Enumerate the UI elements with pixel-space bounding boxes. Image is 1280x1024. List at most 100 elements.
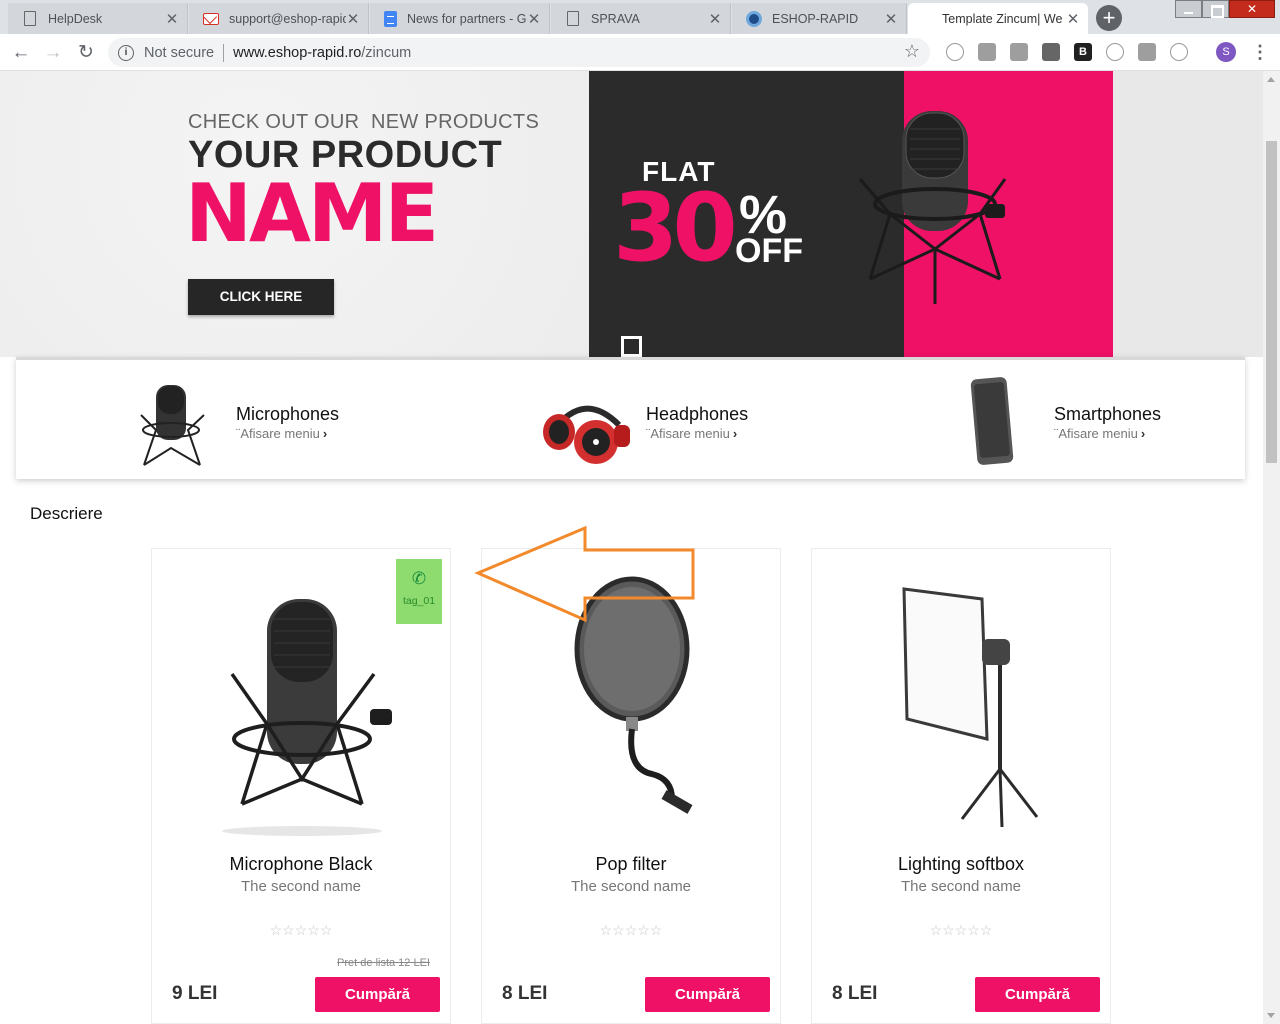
annotation-arrow [474, 525, 695, 623]
extension-icon[interactable] [978, 43, 996, 61]
category-microphones[interactable]: Microphones ¨Afisare meniu › [126, 360, 426, 479]
close-tab-icon[interactable]: ✕ [884, 10, 898, 28]
back-arrow-icon[interactable]: ← [8, 40, 34, 66]
product-price: 8 LEI [502, 983, 548, 1004]
microphone-image [858, 111, 1007, 304]
buy-button[interactable]: Cumpără [645, 977, 770, 1012]
tab-title: SPRAVA [591, 11, 640, 26]
chevron-right-icon: › [732, 426, 738, 441]
category-name[interactable]: Smartphones [1054, 404, 1161, 425]
section-title: Descriere [30, 504, 103, 523]
gmail-icon [203, 12, 219, 25]
menu-kebab-icon[interactable]: ⋮ [1251, 40, 1269, 64]
extension-icon[interactable] [1106, 43, 1124, 61]
category-name[interactable]: Headphones [646, 404, 748, 425]
product-subtitle: The second name [570, 878, 692, 895]
tab-title: Template Zincum| We [942, 11, 1063, 26]
tab-eshop-rapid[interactable]: ESHOP-RAPID ✕ [732, 3, 907, 34]
close-tab-icon[interactable]: ✕ [165, 10, 179, 28]
hero-banner: CHECK OUT OUR NEW PRODUCTS YOUR PRODUCT … [0, 71, 1263, 357]
show-menu-link[interactable]: ¨Afisare meniu › [236, 426, 327, 441]
rating-stars[interactable]: ☆☆☆☆☆ [812, 922, 1110, 939]
product-price: 9 LEI [172, 983, 218, 1004]
show-menu-label: ¨Afisare meniu [1054, 426, 1138, 441]
page-icon [567, 11, 579, 26]
page-scrollbar[interactable] [1263, 71, 1280, 1024]
close-tab-icon[interactable]: ✕ [346, 10, 360, 28]
docs-icon [384, 10, 397, 27]
show-menu-link[interactable]: ¨Afisare meniu › [1054, 426, 1145, 441]
page-icon [24, 11, 36, 26]
phone-tag-badge[interactable]: ✆ tag_01 [396, 559, 442, 624]
forward-arrow-icon[interactable]: → [40, 40, 66, 66]
hero-title-line2: NAME [185, 167, 439, 260]
category-strip: Microphones ¨Afisare meniu › Headphones ¨… [16, 357, 1245, 479]
close-tab-icon[interactable]: ✕ [708, 10, 722, 28]
address-bar[interactable]: i Not secure www.eshop-rapid.ro /zincum … [108, 38, 930, 67]
tab-strip: HelpDesk ✕ support@eshop-rapid ✕ News fo… [0, 0, 1280, 34]
browser-toolbar: ← → ↻ i Not secure www.eshop-rapid.ro /z… [0, 34, 1280, 71]
hero-discount-number: 30 [613, 174, 738, 283]
category-headphones[interactable]: Headphones ¨Afisare meniu › [534, 360, 834, 479]
list-price: Pret de lista 12 LEI [337, 957, 430, 969]
reload-icon[interactable]: ↻ [73, 40, 99, 66]
info-icon[interactable]: i [118, 44, 134, 61]
new-tab-button[interactable]: + [1096, 5, 1122, 31]
extension-icon[interactable] [1042, 43, 1060, 61]
show-menu-label: ¨Afisare meniu [236, 426, 320, 441]
tab-title: HelpDesk [48, 11, 103, 26]
product-card[interactable]: ✆ tag_01 Microphone Black The second nam… [151, 548, 451, 1024]
maximize-button[interactable] [1202, 0, 1229, 18]
smartphone-thumbnail [970, 377, 1014, 465]
click-here-button[interactable]: CLICK HERE [188, 279, 334, 315]
tv-extension-icon[interactable] [1138, 43, 1156, 61]
tag-label: tag_01 [402, 595, 436, 607]
tab-news-partners[interactable]: News for partners - G ✕ [370, 3, 550, 34]
extension-icon[interactable] [946, 43, 964, 61]
scroll-up-icon[interactable] [1267, 77, 1275, 82]
close-tab-icon[interactable]: ✕ [1066, 10, 1080, 28]
security-status: Not secure [144, 44, 215, 61]
bookmark-star-icon[interactable]: ☆ [904, 41, 920, 62]
tab-title: ESHOP-RAPID [772, 11, 859, 26]
product-name[interactable]: Microphone Black [152, 854, 450, 875]
tab-title: support@eshop-rapid [229, 11, 346, 26]
rating-stars[interactable]: ☆☆☆☆☆ [152, 922, 450, 939]
buy-button[interactable]: Cumpără [975, 977, 1100, 1012]
product-image[interactable] [852, 569, 1072, 839]
category-smartphones[interactable]: Smartphones ¨Afisare meniu › [946, 360, 1206, 479]
product-name[interactable]: Lighting softbox [812, 854, 1110, 875]
product-card[interactable]: Lighting softbox The second name ☆☆☆☆☆ 8… [811, 548, 1111, 1024]
tab-template-zincum[interactable]: Template Zincum| We ✕ [908, 3, 1088, 34]
product-name[interactable]: Pop filter [482, 854, 780, 875]
product-subtitle: The second name [240, 878, 362, 895]
minimize-button[interactable] [1175, 0, 1202, 18]
chevron-right-icon: › [322, 426, 328, 441]
tab-support-mail[interactable]: support@eshop-rapid ✕ [189, 3, 369, 34]
hero-text: CHECK OUT OUR NEW PRODUCTS YOUR PRODUCT … [185, 111, 539, 260]
show-menu-label: ¨Afisare meniu [646, 426, 730, 441]
phone-icon: ✆ [411, 569, 427, 588]
rating-stars[interactable]: ☆☆☆☆☆ [482, 922, 780, 939]
product-image[interactable] [192, 569, 412, 839]
scroll-down-icon[interactable] [1267, 1013, 1275, 1018]
microphone-thumbnail [140, 385, 205, 466]
divider [223, 43, 225, 62]
tab-title: News for partners - G [407, 11, 527, 26]
hero-off-label: OFF [735, 232, 803, 270]
b-extension-icon[interactable]: B [1074, 43, 1092, 61]
close-tab-icon[interactable]: ✕ [527, 10, 541, 28]
tab-helpdesk[interactable]: HelpDesk ✕ [8, 3, 188, 34]
slider-indicator[interactable] [621, 336, 642, 357]
headphones-thumbnail [543, 405, 630, 464]
url-host: www.eshop-rapid.ro [233, 44, 362, 61]
show-menu-link[interactable]: ¨Afisare meniu › [646, 426, 737, 441]
tab-sprava[interactable]: SPRAVA ✕ [551, 3, 731, 34]
globe-extension-icon[interactable] [1170, 43, 1188, 61]
profile-avatar[interactable]: S [1216, 42, 1236, 62]
buy-button[interactable]: Cumpără [315, 977, 440, 1012]
code-extension-icon[interactable] [1010, 43, 1028, 61]
scrollbar-thumb[interactable] [1266, 141, 1277, 463]
category-name[interactable]: Microphones [236, 404, 339, 425]
close-window-button[interactable] [1229, 0, 1275, 18]
